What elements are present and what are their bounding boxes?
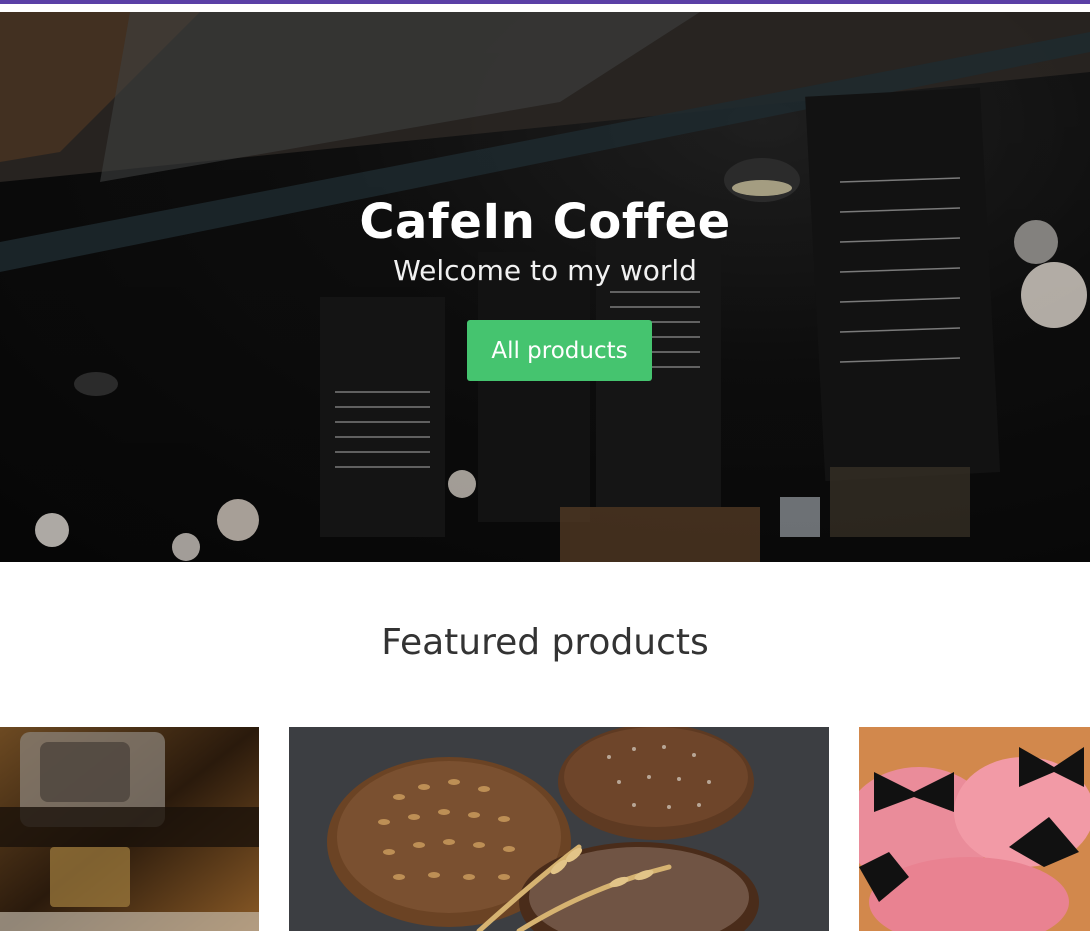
espresso-machine-image xyxy=(0,727,259,931)
hero-background-image xyxy=(0,12,1090,562)
top-spacer xyxy=(0,4,1090,12)
product-card-espresso[interactable] xyxy=(0,727,259,931)
product-card-bread[interactable] xyxy=(289,727,829,931)
all-products-button[interactable]: All products xyxy=(467,320,652,381)
product-card-cupcakes[interactable] xyxy=(859,727,1090,931)
hero-banner: CafeIn Coffee Welcome to my world All pr… xyxy=(0,12,1090,562)
pink-cupcakes-image xyxy=(859,727,1090,931)
bread-loaves-image xyxy=(289,727,829,931)
hero-title: CafeIn Coffee xyxy=(359,194,731,250)
hero-subtitle: Welcome to my world xyxy=(393,254,697,287)
featured-products-title: Featured products xyxy=(381,622,709,663)
